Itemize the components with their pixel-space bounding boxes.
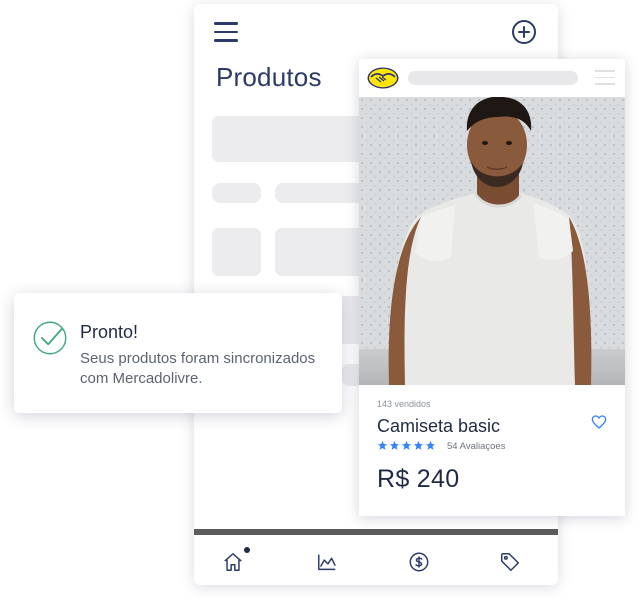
card-menu-icon[interactable] bbox=[595, 70, 615, 90]
search-bar-placeholder[interactable] bbox=[408, 71, 578, 85]
tag-icon[interactable] bbox=[499, 551, 521, 573]
active-indicator bbox=[244, 547, 250, 553]
product-card[interactable]: 143 vendidos Camiseta basic 54 Avaliaçoe… bbox=[359, 59, 625, 516]
chart-icon[interactable] bbox=[316, 551, 338, 573]
page-title: Produtos bbox=[216, 62, 322, 92]
heart-icon[interactable] bbox=[591, 414, 607, 430]
product-photo bbox=[359, 97, 625, 385]
sold-count: 143 vendidos bbox=[377, 399, 431, 409]
home-icon[interactable] bbox=[222, 551, 244, 573]
product-price: R$ 240 bbox=[377, 465, 460, 493]
toast-message: Seus produtos foram sincronizados com Me… bbox=[80, 350, 316, 387]
card-header bbox=[359, 59, 625, 97]
review-count[interactable]: 54 Avaliaçoes bbox=[447, 441, 505, 452]
star-icon bbox=[425, 440, 436, 450]
dollar-circle-icon[interactable] bbox=[408, 551, 430, 573]
hamburger-menu-icon[interactable] bbox=[214, 22, 238, 44]
skeleton-chip bbox=[212, 183, 261, 203]
star-icon bbox=[377, 440, 388, 450]
star-icon bbox=[389, 440, 400, 450]
star-icon bbox=[413, 440, 424, 450]
mercadolivre-logo bbox=[367, 67, 399, 89]
skeleton-thumb bbox=[212, 228, 261, 276]
add-product-icon[interactable] bbox=[512, 20, 536, 44]
toast-title: Pronto! bbox=[80, 322, 139, 342]
star-icon bbox=[401, 440, 412, 450]
rating-stars bbox=[377, 440, 436, 452]
check-circle-icon bbox=[33, 321, 67, 355]
success-toast: Pronto! Seus produtos foram sincronizado… bbox=[14, 293, 342, 413]
product-name: Camiseta basic bbox=[377, 416, 501, 436]
bottom-tabbar bbox=[194, 535, 558, 585]
